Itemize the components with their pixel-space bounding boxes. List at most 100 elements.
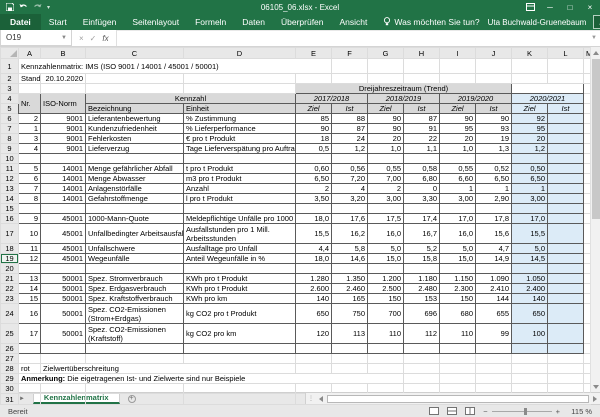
cell[interactable]: [19, 384, 41, 394]
cell[interactable]: [184, 394, 296, 405]
header-kennzahl[interactable]: Kennzahl: [86, 94, 296, 104]
cell-bezeichnung[interactable]: Spez. Erdgasverbrauch: [86, 284, 184, 294]
cell-bezeichnung[interactable]: [86, 344, 184, 354]
cell-einheit[interactable]: % Zustimmung: [184, 114, 296, 124]
row-header-6[interactable]: 6: [1, 114, 19, 124]
cell-value[interactable]: [404, 344, 440, 354]
formula-input[interactable]: ▼: [117, 30, 600, 46]
cell-value[interactable]: 22: [404, 134, 440, 144]
cell[interactable]: [440, 364, 476, 374]
cell-value[interactable]: 18,0: [296, 214, 332, 224]
column-header-D[interactable]: D: [184, 48, 296, 59]
cell-value[interactable]: 17,8: [476, 214, 512, 224]
cell-bezeichnung[interactable]: [86, 204, 184, 214]
cell-value[interactable]: [368, 154, 404, 164]
formula-bar-expand-icon[interactable]: ▼: [591, 35, 597, 41]
row-header-18[interactable]: 18: [1, 244, 19, 254]
zoom-slider-thumb[interactable]: [524, 408, 527, 415]
cell-bezeichnung[interactable]: 1000-Mann-Quote: [86, 214, 184, 224]
row-header-14[interactable]: 14: [1, 194, 19, 204]
cell-value[interactable]: 93: [476, 124, 512, 134]
cell-value[interactable]: 17,5: [368, 214, 404, 224]
row-header-9[interactable]: 9: [1, 144, 19, 154]
row-header-25[interactable]: 25: [1, 324, 19, 344]
cell-value[interactable]: 680: [440, 304, 476, 324]
cell-einheit[interactable]: Anzahl: [184, 184, 296, 194]
cell-value[interactable]: 2.480: [404, 284, 440, 294]
row-header-2[interactable]: 2: [1, 74, 19, 84]
scroll-right-icon[interactable]: [590, 396, 600, 402]
cell-einheit[interactable]: KWh pro t Produkt: [184, 274, 296, 284]
cell-value[interactable]: [548, 204, 584, 214]
cell-value[interactable]: 3,00: [368, 194, 404, 204]
column-header-H[interactable]: H: [404, 48, 440, 59]
cell-value[interactable]: 1,0: [440, 144, 476, 154]
cell[interactable]: [332, 74, 368, 84]
cell-iso[interactable]: 9001: [41, 114, 86, 124]
header-period-2019-2020[interactable]: 2019/2020: [440, 94, 512, 104]
row-header-28[interactable]: 28: [1, 364, 19, 374]
ribbon-tab-ansicht[interactable]: Ansicht: [332, 14, 376, 30]
cell-value[interactable]: 87: [404, 114, 440, 124]
cell-value[interactable]: 1,1: [404, 144, 440, 154]
cell-value[interactable]: 0,56: [332, 164, 368, 174]
cell-value[interactable]: 14,9: [476, 254, 512, 264]
cell-value[interactable]: 3,00: [440, 194, 476, 204]
cell[interactable]: [41, 394, 86, 405]
cell-value[interactable]: 1.090: [476, 274, 512, 284]
cell-nr[interactable]: 16: [19, 304, 41, 324]
row-header-3[interactable]: 3: [1, 84, 19, 94]
cell-value[interactable]: 165: [332, 294, 368, 304]
cell[interactable]: [440, 374, 476, 384]
ribbon-tab-datei[interactable]: Datei: [0, 14, 41, 30]
cell[interactable]: [41, 354, 86, 364]
cell-value[interactable]: 1,0: [368, 144, 404, 154]
cell-value[interactable]: 0,50: [512, 164, 548, 174]
cell-value[interactable]: 0,52: [476, 164, 512, 174]
tab-split-handle[interactable]: ⋮: [306, 395, 316, 402]
cell-bezeichnung[interactable]: Wegeunfälle: [86, 254, 184, 264]
row-header-4[interactable]: 4: [1, 94, 19, 104]
cell-einheit[interactable]: KWh pro km: [184, 294, 296, 304]
cell-value[interactable]: [440, 344, 476, 354]
header-bezeichnung[interactable]: Bezeichnung: [86, 104, 184, 114]
cell-value[interactable]: [296, 264, 332, 274]
tell-me-box[interactable]: Was möchten Sie tun?: [375, 17, 487, 28]
cell-value[interactable]: 18,0: [296, 254, 332, 264]
ribbon-tab-einfügen[interactable]: Einfügen: [75, 14, 125, 30]
cell-value[interactable]: [548, 224, 584, 244]
row-header-1[interactable]: 1: [1, 59, 19, 74]
insert-function-icon[interactable]: fx: [102, 34, 108, 43]
cell-value[interactable]: [548, 244, 584, 254]
cell-bezeichnung[interactable]: Anlagenstörfälle: [86, 184, 184, 194]
row-header-20[interactable]: 20: [1, 264, 19, 274]
cell-value[interactable]: 19: [476, 134, 512, 144]
cell-value[interactable]: 6,50: [512, 174, 548, 184]
cell-value[interactable]: 112: [404, 324, 440, 344]
header-ist[interactable]: Ist: [332, 104, 368, 114]
cell-value[interactable]: 99: [476, 324, 512, 344]
cell-value[interactable]: 2.400: [512, 284, 548, 294]
cell-value[interactable]: [476, 204, 512, 214]
cell-value[interactable]: 110: [368, 324, 404, 344]
cell[interactable]: [368, 364, 404, 374]
zoom-percent[interactable]: 115 %: [568, 407, 592, 416]
cell-einheit[interactable]: kg CO2 pro t Produkt: [184, 304, 296, 324]
cell-value[interactable]: 15,5: [512, 224, 548, 244]
cell-value[interactable]: 4,7: [476, 244, 512, 254]
cell-einheit[interactable]: t pro t Produkt: [184, 164, 296, 174]
cell-iso[interactable]: 50001: [41, 324, 86, 344]
row-header-8[interactable]: 8: [1, 134, 19, 144]
cell-value[interactable]: [548, 304, 584, 324]
cell-value[interactable]: [332, 204, 368, 214]
header-ziel[interactable]: Ziel: [440, 104, 476, 114]
cell-value[interactable]: 90: [476, 114, 512, 124]
cell-bezeichnung[interactable]: Unfallbedingter Arbeitsausfall: [86, 224, 184, 244]
cancel-formula-icon[interactable]: ×: [79, 34, 84, 43]
cell-value[interactable]: 650: [296, 304, 332, 324]
cell[interactable]: [512, 364, 548, 374]
sheet-title[interactable]: Kennzahlenmatrix: IMS (ISO 9001 / 14001 …: [19, 59, 332, 74]
cell-value[interactable]: 15,6: [476, 224, 512, 244]
cell-value[interactable]: 16,0: [440, 224, 476, 244]
cell-value[interactable]: [548, 194, 584, 204]
